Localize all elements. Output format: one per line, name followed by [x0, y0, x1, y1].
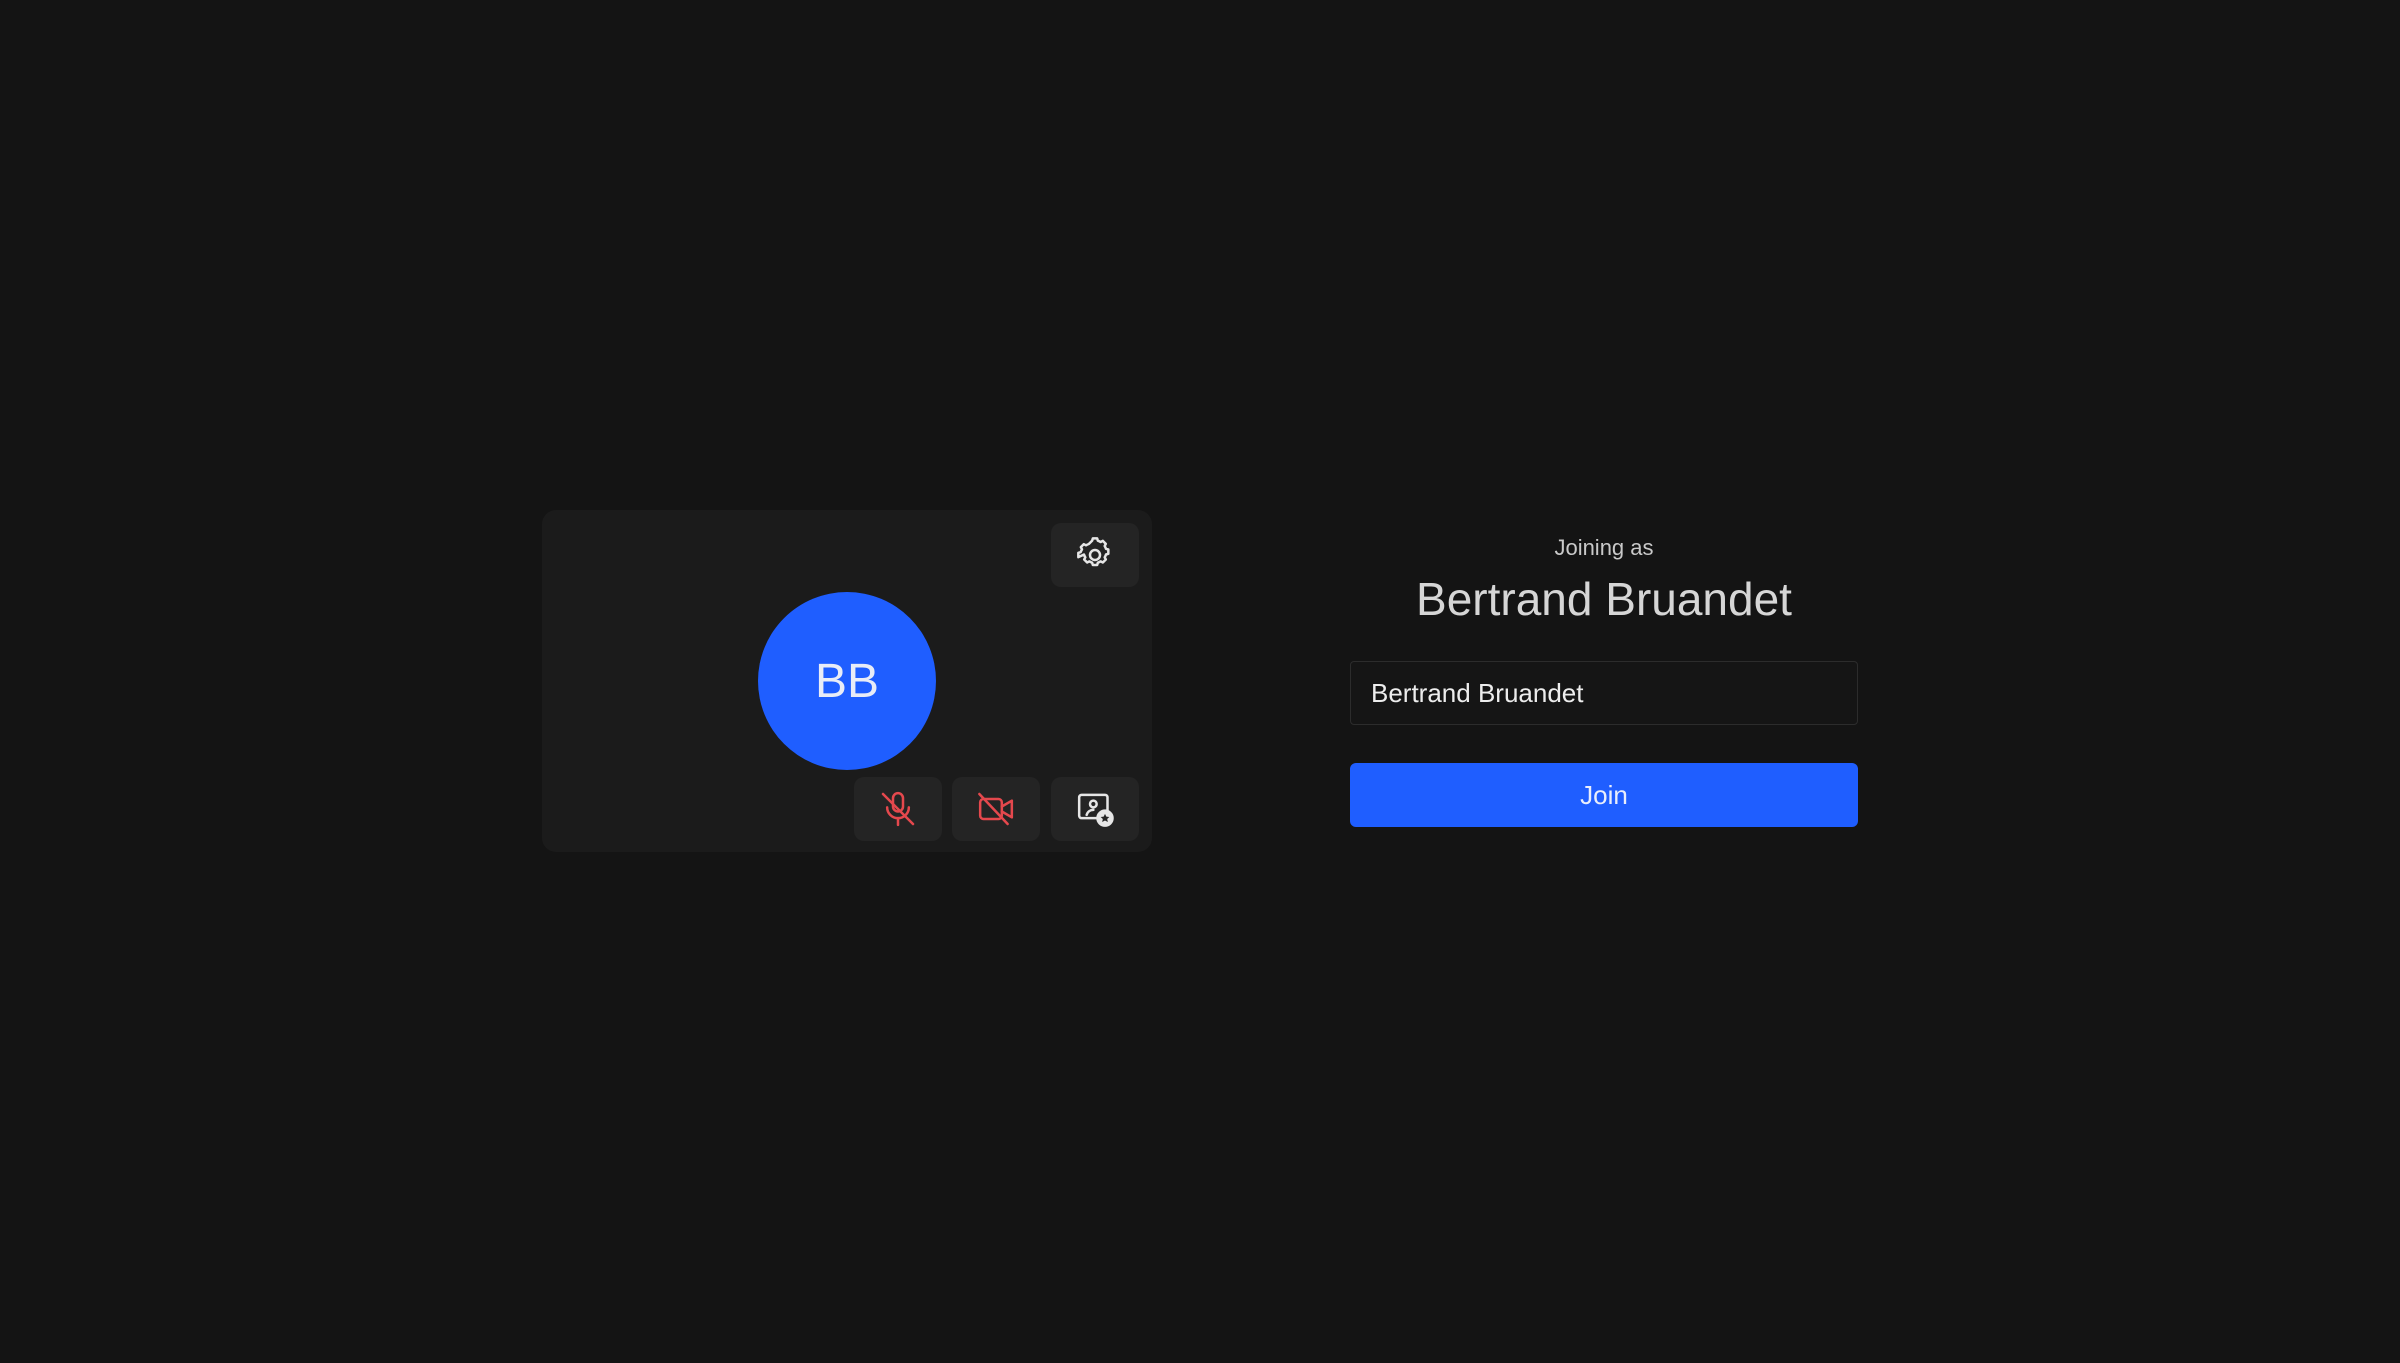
camera-toggle-button[interactable] [952, 777, 1040, 841]
display-name-input[interactable] [1350, 661, 1858, 725]
settings-button[interactable] [1051, 523, 1139, 587]
microphone-toggle-button[interactable] [854, 777, 942, 841]
gear-icon [1075, 535, 1115, 575]
avatar: BB [758, 592, 936, 770]
background-effects-button[interactable] [1051, 777, 1139, 841]
display-name-heading: Bertrand Bruandet [1416, 573, 1792, 625]
microphone-off-icon [878, 789, 918, 829]
join-panel: Joining as Bertrand Bruandet Join [1350, 530, 1858, 827]
background-effects-icon [1074, 789, 1116, 829]
joining-as-label: Joining as [1554, 535, 1654, 560]
prejoin-screen: BB Joining as Bertrand Bruandet Bertrand… [0, 0, 2400, 1363]
video-preview: BB [542, 510, 1152, 852]
join-button[interactable]: Join [1350, 763, 1858, 827]
camera-off-icon [975, 789, 1017, 829]
